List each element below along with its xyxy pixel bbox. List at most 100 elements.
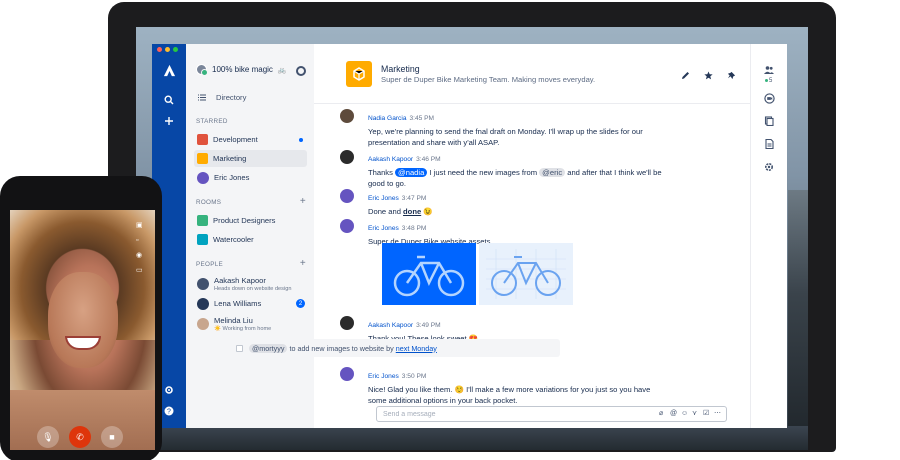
- text-fragment: Done and: [368, 207, 404, 216]
- room-logo: [346, 61, 372, 87]
- document-icon[interactable]: [751, 139, 787, 149]
- wallpaper-mountain: [788, 190, 808, 450]
- people-icon[interactable]: [751, 66, 787, 74]
- minimize-window-button[interactable]: [165, 47, 170, 52]
- sidebar-item-melinda-liu[interactable]: Melinda Liu ☀️ Working from home: [194, 314, 307, 334]
- person-name: Aakash Kapoor: [214, 276, 266, 285]
- team-switcher[interactable]: 100% bike magic 🚲: [196, 64, 287, 76]
- message-time: 3:49 PM: [416, 322, 441, 329]
- sidebar-item-eric-jones[interactable]: Eric Jones: [194, 169, 307, 186]
- people-header-label: PEOPLE: [196, 261, 223, 268]
- message-time: 3:47 PM: [401, 195, 427, 202]
- mention-chip[interactable]: @mortyyy: [249, 343, 288, 353]
- message-author[interactable]: Eric Jones: [368, 373, 399, 380]
- sidebar-item-marketing[interactable]: Marketing: [194, 150, 307, 167]
- room-icon: [197, 153, 208, 164]
- mute-button[interactable]: 🎙: [37, 426, 59, 448]
- close-window-button[interactable]: [157, 47, 162, 52]
- directory-link[interactable]: Directory: [198, 93, 246, 102]
- zoom-window-button[interactable]: [173, 47, 178, 52]
- sidebar-item-watercooler[interactable]: Watercooler: [194, 231, 307, 248]
- task-icon[interactable]: ☑: [703, 410, 710, 417]
- stride-app-window: ? 100% bike magic 🚲 Directory STARRED De…: [152, 44, 787, 428]
- unread-count-badge: 2: [296, 299, 305, 308]
- person-name: Lena Williams: [214, 299, 262, 308]
- message-composer[interactable]: ⌀ @ ☺ ⋎ ☑ ⋯: [376, 406, 727, 422]
- message-author[interactable]: Eric Jones: [368, 225, 399, 232]
- atlassian-logo-icon[interactable]: [152, 64, 186, 77]
- bold-text: done: [403, 207, 422, 216]
- window-controls: [157, 47, 178, 52]
- call-controls: 🎙 ✆ ■: [37, 426, 123, 448]
- task-item[interactable]: @mortyyy to add new images to website by…: [228, 339, 560, 357]
- message-author[interactable]: Aakash Kapoor: [368, 322, 413, 329]
- task-text: @mortyyy to add new images to website by…: [249, 343, 437, 353]
- sidebar-item-development[interactable]: Development: [194, 131, 307, 148]
- mention-chip[interactable]: @nadia: [395, 168, 428, 177]
- message-author[interactable]: Aakash Kapoor: [368, 156, 413, 163]
- add-person-icon[interactable]: +: [300, 259, 306, 269]
- plus-icon[interactable]: [152, 116, 186, 126]
- message-text: Nice! Glad you like them. ☺️ I'll make a…: [368, 385, 651, 405]
- sidebar-item-label: Eric Jones: [214, 173, 250, 182]
- mention-icon[interactable]: @: [670, 410, 677, 417]
- sidebar-item-product-designers[interactable]: Product Designers: [194, 212, 307, 229]
- screen-share-icon[interactable]: ▭: [136, 267, 143, 274]
- team-name: 100% bike magic: [212, 65, 273, 74]
- text-fragment: Thanks: [368, 168, 396, 177]
- message-input[interactable]: [383, 409, 633, 420]
- pin-icon[interactable]: [727, 71, 736, 80]
- add-room-icon[interactable]: +: [300, 197, 306, 207]
- sidebar-item-label: Product Designers: [213, 216, 276, 225]
- message-author[interactable]: Eric Jones: [368, 195, 399, 202]
- people-count: 5: [765, 78, 772, 84]
- status-toggle-icon[interactable]: [296, 66, 306, 76]
- avatar: [340, 219, 354, 233]
- room-icon: [197, 215, 208, 226]
- sidebar-item-aakash-kapoor[interactable]: Aakash Kapoor Heads down on website desi…: [194, 274, 307, 294]
- attachment-icon[interactable]: ⌀: [659, 410, 666, 417]
- channel-sidebar: 100% bike magic 🚲 Directory STARRED Deve…: [186, 44, 314, 428]
- avatar: [340, 189, 354, 203]
- star-icon[interactable]: [704, 71, 713, 80]
- settings-icon[interactable]: [751, 162, 787, 172]
- due-date-link[interactable]: next Monday: [396, 344, 437, 353]
- video-call-icon[interactable]: [751, 93, 787, 104]
- hang-up-button[interactable]: ✆: [69, 426, 91, 448]
- phone-hangup-icon: ✆: [76, 431, 84, 442]
- room-header: Marketing Super de Duper Bike Marketing …: [314, 44, 750, 104]
- decision-icon[interactable]: ⋎: [692, 410, 699, 417]
- message: Aakash Kapoor 3:46 PM Thanks @nadia I jus…: [340, 148, 670, 189]
- image-attachment[interactable]: [382, 243, 476, 305]
- files-icon[interactable]: [751, 116, 787, 126]
- room-icon: [197, 134, 208, 145]
- edit-icon[interactable]: [681, 71, 690, 80]
- lock-icon[interactable]: ▫: [136, 237, 143, 244]
- message-author[interactable]: Nadia Garcia: [368, 115, 406, 122]
- bike-blueprint-icon: [486, 249, 566, 299]
- person-entry: Aakash Kapoor Heads down on website desi…: [214, 276, 291, 292]
- rooms-header-label: ROOMS: [196, 199, 222, 206]
- search-icon[interactable]: [152, 95, 186, 105]
- more-icon[interactable]: ⋯: [714, 410, 721, 417]
- room-actions: [681, 71, 736, 80]
- camera-icon[interactable]: ▣: [136, 222, 143, 229]
- room-logo-icon: [353, 67, 365, 81]
- wallpaper-ground: [136, 426, 808, 450]
- person-status: ☀️ Working from home: [214, 326, 272, 332]
- avatar: [340, 109, 354, 123]
- sidebar-item-label: Marketing: [213, 154, 247, 163]
- eye-icon[interactable]: ◉: [136, 252, 143, 259]
- toggle-video-button[interactable]: ■: [101, 426, 123, 448]
- task-checkbox[interactable]: [236, 344, 243, 352]
- text-fragment: 😉: [421, 207, 433, 216]
- list-icon: [198, 94, 206, 101]
- team-avatar: [196, 64, 208, 76]
- avatar: [197, 318, 209, 330]
- emoji-icon[interactable]: ☺: [681, 410, 688, 417]
- message-time: 3:46 PM: [416, 156, 441, 163]
- sidebar-item-lena-williams[interactable]: Lena Williams 2: [194, 295, 307, 312]
- image-attachment[interactable]: [479, 243, 573, 305]
- directory-label: Directory: [216, 93, 247, 102]
- mention-chip[interactable]: @eric: [539, 168, 566, 177]
